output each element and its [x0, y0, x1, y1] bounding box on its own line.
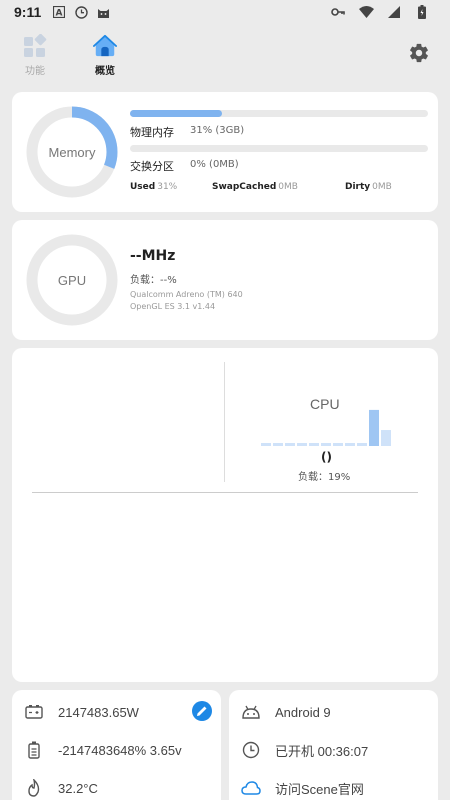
cpu-core-bar [285, 443, 295, 446]
cpu-core-bar [357, 443, 367, 446]
battery-level-row: -2147483648% 3.65v [24, 740, 182, 760]
home-icon [93, 34, 117, 57]
swap-value: 0% (0MB) [190, 159, 239, 170]
power-row: 2147483.65W [24, 702, 139, 722]
gpu-frequency: --MHz [130, 248, 176, 264]
signal-icon [386, 4, 402, 20]
top-nav: 功能 概览 [0, 30, 450, 80]
cpu-core-bar [333, 443, 343, 446]
stat-dirty: Dirty 0MB [345, 182, 392, 192]
cpu-divider-vertical [224, 362, 225, 482]
cpu-core-chart [261, 409, 391, 446]
font-a-icon: A [51, 4, 67, 20]
cpu-load: 负载：19% [298, 472, 351, 483]
cpu-core-bar [381, 430, 391, 446]
vpn-key-icon [330, 4, 346, 20]
uptime-value: 已开机 00:36:07 [275, 743, 369, 759]
android-icon [241, 702, 261, 722]
swap-label: 交换分区 [130, 160, 174, 173]
cpu-subtitle: () [321, 450, 332, 464]
stat-swapcached: SwapCached 0MB [212, 182, 298, 192]
cpu-divider-horizontal [32, 492, 418, 493]
svg-text:A: A [56, 9, 63, 19]
cpu-core-bar [309, 443, 319, 446]
stat-used: Used 31% [130, 182, 178, 192]
cloud-icon [241, 778, 261, 798]
swap-bar [130, 145, 428, 152]
physical-memory-bar [130, 110, 428, 117]
physical-memory-label: 物理内存 [130, 126, 174, 139]
physical-memory-bar-fill [130, 110, 223, 117]
tab-overview-label: 概览 [95, 66, 115, 77]
status-bar: 9:11 A [0, 0, 450, 24]
cpu-core-bar [297, 443, 307, 446]
battery-info-card[interactable]: 2147483.65W -2147483648% 3.65v 32.2°C [12, 690, 221, 800]
uptime-clock-icon [241, 740, 261, 760]
function-grid-icon [24, 34, 47, 57]
cpu-core-bar [345, 443, 355, 446]
gpu-load: 负载：--% [130, 275, 177, 286]
battery-charging-icon [414, 4, 430, 20]
gpu-renderer: Qualcomm Adreno (TM) 640 [130, 290, 243, 299]
gpu-card[interactable]: GPU --MHz 负载：--% Qualcomm Adreno (TM) 64… [12, 220, 438, 340]
cpu-core-bar [273, 443, 283, 446]
gpu-ring: GPU [26, 234, 118, 326]
status-time: 9:11 [14, 4, 42, 20]
website-row[interactable]: 访问Scene官网 [241, 778, 364, 798]
gpu-version: OpenGL ES 3.1 v1.44 [130, 302, 216, 311]
uptime-row: 已开机 00:36:07 [241, 740, 368, 760]
cat-icon [95, 4, 111, 20]
cpu-core-bar [261, 443, 271, 446]
tab-functions-label: 功能 [25, 66, 45, 77]
temperature-icon [24, 778, 44, 798]
memory-ring-label: Memory [48, 144, 96, 160]
edit-button[interactable] [192, 701, 212, 721]
temperature-row: 32.2°C [24, 778, 98, 798]
wifi-icon [358, 4, 374, 20]
battery-level-icon [24, 740, 44, 760]
android-version-value: Android 9 [275, 704, 331, 720]
cpu-core-bar [369, 409, 379, 446]
edit-icon [197, 706, 207, 716]
power-value: 2147483.65W [58, 704, 139, 720]
system-info-card[interactable]: Android 9 已开机 00:36:07 访问Scene官网 [229, 690, 438, 800]
battery-icon [24, 702, 44, 722]
cpu-card[interactable]: CPU () 负载：19% [12, 348, 438, 682]
website-link[interactable]: 访问Scene官网 [275, 779, 364, 798]
battery-level-value: -2147483648% 3.65v [58, 742, 182, 758]
android-version-row: Android 9 [241, 702, 331, 722]
memory-ring: Memory [26, 106, 118, 198]
gpu-ring-label: GPU [57, 272, 87, 288]
tab-overview[interactable]: 概览 [83, 34, 127, 77]
cpu-core-bar [321, 443, 331, 446]
physical-memory-value: 31% (3GB) [190, 125, 245, 136]
gear-icon[interactable] [408, 42, 430, 64]
tab-functions[interactable]: 功能 [13, 34, 57, 77]
clock-icon [73, 4, 89, 20]
temperature-value: 32.2°C [58, 780, 98, 796]
memory-card[interactable]: Memory 物理内存 31% (3GB) 交换分区 0% (0MB) Used… [12, 92, 438, 212]
